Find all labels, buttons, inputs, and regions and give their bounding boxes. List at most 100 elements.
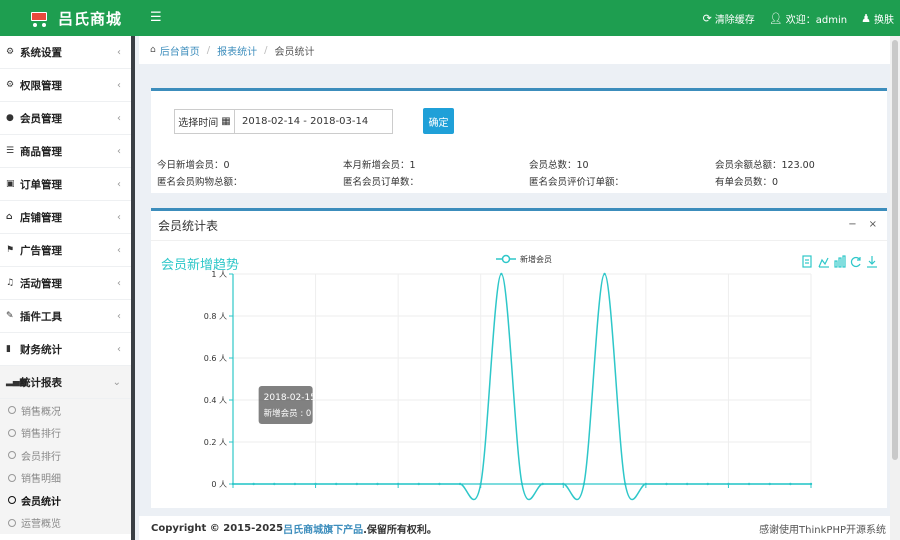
clear-cache-label: 清除缓存 bbox=[714, 14, 755, 26]
chart-panel: 会员统计表 − × 会员新增趋势 新增会员 0 人 0.2 人 0.4 人 0.6 人 0.… bbox=[151, 208, 887, 508]
bar-chart-icon[interactable] bbox=[834, 255, 846, 268]
circle-icon bbox=[8, 406, 16, 415]
sidebar-item-shops[interactable]: ⌂ 店铺管理 ‹ bbox=[0, 201, 131, 234]
data-point bbox=[500, 272, 503, 276]
filter-panel: 选择时间 ▦ 2018-02-14 - 2018-03-14 确定 今日新增会员… bbox=[151, 88, 887, 193]
skin-label: 换肤 bbox=[874, 14, 894, 26]
data-point bbox=[231, 482, 235, 486]
sidebar: ⚙ 系统设置 ‹ ⚙ 权限管理 ‹ ● 会员管理 ‹ ☰ 商品管理 ‹ ▣ 订单管理 ‹ ⌂ 店铺管理… bbox=[0, 36, 135, 540]
chevron-left-icon: ‹ bbox=[117, 46, 121, 58]
breadcrumb-home[interactable]: 后台首页 bbox=[160, 43, 200, 58]
stat-total-members: 会员总数：10 bbox=[529, 160, 589, 171]
sidebar-item-members[interactable]: ● 会员管理 ‹ bbox=[0, 102, 131, 135]
breadcrumb: ⌂ 后台首页 / 报表统计 / 会员统计 bbox=[139, 36, 890, 64]
member-trend-chart: 会员新增趋势 新增会员 0 人 0.2 人 0.4 人 0.6 人 0.8 人 1 人 2018… bbox=[161, 254, 877, 501]
home-icon: ⌂ bbox=[6, 212, 13, 222]
sidebar-item-system[interactable]: ⚙ 系统设置 ‹ bbox=[0, 36, 131, 69]
series-line-new-members bbox=[232, 273, 811, 501]
footer-copyright: Copyright © 2015-2025 bbox=[151, 522, 284, 534]
calendar-icon: ▦ bbox=[221, 116, 231, 127]
footer-rights: .保留所有权利。 bbox=[363, 524, 437, 536]
sidebar-item-reports[interactable]: ▂▄▆ 统计报表 ⌄ bbox=[0, 366, 131, 399]
date-range-group: 选择时间 ▦ 2018-02-14 - 2018-03-14 bbox=[174, 109, 393, 134]
date-range-input[interactable]: 2018-02-14 - 2018-03-14 bbox=[235, 110, 392, 133]
data-point bbox=[438, 482, 441, 486]
welcome-label: 欢迎：admin bbox=[785, 14, 848, 26]
sidebar-subitem-member-stats[interactable]: 会员统计 bbox=[0, 489, 131, 512]
sidebar-item-products[interactable]: ☰ 商品管理 ‹ bbox=[0, 135, 131, 168]
sidebar-item-orders[interactable]: ▣ 订单管理 ‹ bbox=[0, 168, 131, 201]
chevron-left-icon: ‹ bbox=[117, 112, 121, 124]
stat-today-new: 今日新增会员：0 bbox=[157, 160, 230, 171]
restore-icon[interactable] bbox=[850, 256, 861, 268]
breadcrumb-separator: / bbox=[206, 44, 211, 56]
sidebar-item-ads[interactable]: ⚑ 广告管理 ‹ bbox=[0, 234, 131, 267]
download-icon[interactable] bbox=[867, 256, 877, 268]
sidebar-item-finance[interactable]: ▮ 财务统计 ‹ bbox=[0, 333, 131, 366]
data-point bbox=[314, 482, 317, 486]
top-header: 吕氏商城 ☰ ⟳ 清除缓存 👤︎ 欢迎：admin ♟︎ 换肤 bbox=[0, 0, 900, 36]
y-tick-label: 0 人 bbox=[211, 480, 227, 489]
panel-tools: − × bbox=[848, 219, 877, 230]
chart-title: 会员新增趋势 bbox=[161, 257, 239, 273]
legend-label: 新增会员 bbox=[520, 254, 552, 264]
data-point bbox=[727, 482, 730, 486]
bar-chart-icon: ▂▄▆ bbox=[6, 377, 27, 387]
scrollbar-thumb[interactable] bbox=[892, 40, 898, 460]
chart-panel-title: 会员统计表 bbox=[158, 219, 219, 233]
confirm-button[interactable]: 确定 bbox=[423, 108, 454, 134]
data-point bbox=[685, 482, 689, 486]
data-point bbox=[747, 482, 751, 486]
data-point bbox=[273, 482, 276, 486]
sidebar-subitem-sales-detail[interactable]: 销售明细 bbox=[0, 466, 131, 489]
chart-panel-header: 会员统计表 − × bbox=[151, 211, 887, 241]
sidebar-subitem-operations-overview[interactable]: 运营概览 bbox=[0, 511, 131, 534]
close-icon[interactable]: × bbox=[869, 219, 877, 230]
bars-icon[interactable]: ☰ bbox=[150, 10, 162, 25]
legend-marker bbox=[501, 254, 511, 264]
chevron-left-icon: ‹ bbox=[117, 178, 121, 190]
sidebar-item-permissions[interactable]: ⚙ 权限管理 ‹ bbox=[0, 69, 131, 102]
page-scrollbar[interactable] bbox=[890, 36, 900, 540]
refresh-icon: ⟳ bbox=[702, 11, 712, 25]
logo[interactable]: 吕氏商城 bbox=[0, 0, 135, 36]
skin-button[interactable]: ♟︎ 换肤 bbox=[861, 11, 894, 26]
minimize-icon[interactable]: − bbox=[848, 219, 856, 230]
header-actions: ⟳ 清除缓存 👤︎ 欢迎：admin ♟︎ 换肤 bbox=[703, 0, 894, 36]
sidebar-item-plugins[interactable]: ✎ 插件工具 ‹ bbox=[0, 300, 131, 333]
data-point bbox=[582, 482, 586, 486]
sidebar-subitem-sales-overview[interactable]: 销售概况 bbox=[0, 399, 131, 422]
data-point bbox=[624, 482, 627, 486]
data-point bbox=[603, 272, 606, 276]
data-point bbox=[376, 482, 379, 486]
data-point bbox=[706, 482, 709, 486]
tooltip-value: 新增会员 : 0 bbox=[264, 408, 312, 419]
wrench-icon: ✎ bbox=[6, 311, 14, 321]
chevron-down-icon: ⌄ bbox=[112, 376, 121, 388]
data-view-icon[interactable] bbox=[802, 255, 812, 268]
sidebar-subitem-sales-ranking[interactable]: 销售排行 bbox=[0, 421, 131, 444]
user-menu[interactable]: 👤︎ 欢迎：admin bbox=[769, 11, 847, 26]
y-tick-label: 1 人 bbox=[211, 270, 227, 279]
circle-icon bbox=[8, 473, 16, 482]
line-chart-icon[interactable] bbox=[818, 257, 829, 268]
data-point bbox=[355, 482, 359, 486]
data-point bbox=[644, 482, 648, 486]
circle-icon bbox=[8, 428, 16, 437]
data-point bbox=[458, 482, 462, 486]
stat-members-with-orders: 有单会员数：0 bbox=[715, 177, 779, 188]
chevron-left-icon: ‹ bbox=[117, 244, 121, 256]
clear-cache-button[interactable]: ⟳ 清除缓存 bbox=[703, 11, 755, 26]
data-point bbox=[520, 482, 524, 486]
member-stats-grid: 今日新增会员：0 本月新增会员：1 会员总数：10 会员余额总额：123.00 … bbox=[157, 157, 881, 188]
breadcrumb-current: 会员统计 bbox=[274, 46, 315, 58]
data-point bbox=[768, 482, 771, 486]
data-point bbox=[665, 482, 668, 486]
footer-brand-link[interactable]: 吕氏商城旗下产品 bbox=[283, 521, 363, 536]
sidebar-subitem-member-ranking[interactable]: 会员排行 bbox=[0, 444, 131, 467]
breadcrumb-reports[interactable]: 报表统计 bbox=[217, 43, 257, 58]
chevron-left-icon: ‹ bbox=[117, 145, 121, 157]
chevron-left-icon: ‹ bbox=[117, 277, 121, 289]
sidebar-item-activities[interactable]: ♫ 活动管理 ‹ bbox=[0, 267, 131, 300]
home-icon: ⌂ bbox=[150, 45, 156, 55]
